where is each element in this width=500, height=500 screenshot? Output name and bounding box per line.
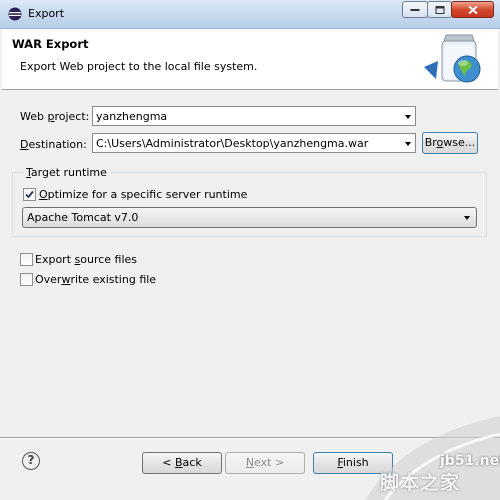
checkmark-icon: [25, 190, 34, 199]
export-source-checkbox[interactable]: [20, 253, 33, 266]
minimize-icon: [410, 8, 420, 11]
chevron-down-icon: [405, 115, 411, 119]
optimize-label: Optimize for a specific server runtime: [39, 188, 248, 201]
eclipse-icon: [8, 7, 22, 21]
server-runtime-value: Apache Tomcat v7.0: [27, 211, 139, 224]
chevron-down-icon: [464, 216, 470, 220]
title-bar: Export: [0, 0, 500, 29]
overwrite-checkbox[interactable]: [20, 273, 33, 286]
export-source-label: Export source files: [35, 253, 138, 266]
watermark-site: jb51.net: [440, 453, 500, 469]
web-project-value: yanzhengma: [96, 110, 168, 123]
page-title: WAR Export: [12, 37, 89, 51]
overwrite-label: Overwrite existing file: [35, 273, 157, 286]
destination-label: Destination:: [20, 138, 87, 151]
watermark-name: 脚本之家: [380, 472, 461, 494]
window-title: Export: [28, 7, 65, 20]
optimize-checkbox[interactable]: [23, 188, 36, 201]
chevron-down-icon: [405, 142, 411, 146]
destination-combo[interactable]: C:\Users\Administrator\Desktop\yanzhengm…: [92, 133, 416, 153]
browse-button[interactable]: Browse...: [422, 132, 478, 154]
war-export-wizard-icon: [424, 34, 481, 83]
page-description: Export Web project to the local file sys…: [20, 60, 258, 73]
close-icon: [467, 5, 478, 14]
web-project-combo[interactable]: yanzhengma: [92, 106, 416, 126]
help-icon[interactable]: ?: [22, 452, 40, 470]
close-button[interactable]: [451, 1, 494, 18]
target-runtime-title: Target runtime: [24, 166, 109, 179]
footer-separator: [0, 437, 500, 439]
next-button[interactable]: Next >: [225, 452, 305, 474]
minimize-button[interactable]: [402, 1, 428, 18]
server-runtime-select[interactable]: Apache Tomcat v7.0: [22, 207, 477, 228]
maximize-icon: [435, 5, 444, 14]
web-project-label: Web project:: [20, 110, 90, 123]
back-button[interactable]: < Back: [142, 452, 222, 474]
maximize-button[interactable]: [427, 1, 452, 18]
wizard-header: WAR Export Export Web project to the loc…: [2, 29, 498, 90]
destination-value: C:\Users\Administrator\Desktop\yanzhengm…: [96, 137, 369, 150]
